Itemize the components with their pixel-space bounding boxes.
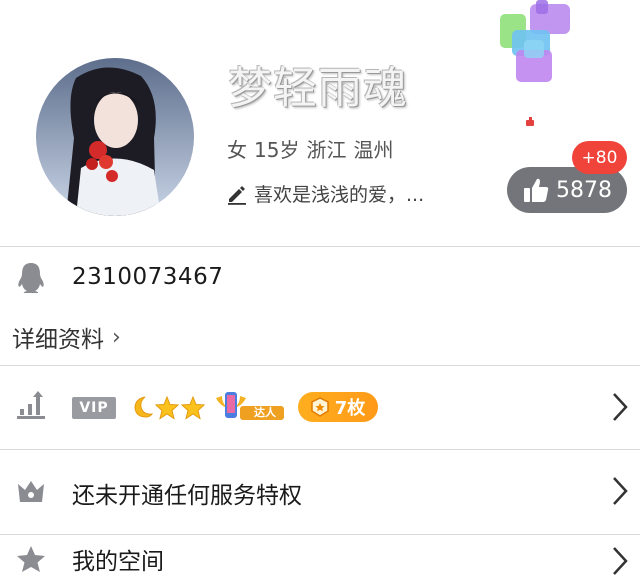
- service-privilege-label: 还未开通任何服务特权: [72, 483, 302, 509]
- crown-icon: [18, 481, 44, 502]
- avatar-image: [36, 58, 194, 216]
- gender-label: 女: [227, 138, 247, 162]
- chevron-right-icon: [613, 393, 628, 421]
- age-label: 15岁: [254, 138, 300, 162]
- like-increment-badge: +80: [572, 141, 627, 174]
- chevron-right-icon: [613, 477, 628, 505]
- signature-row[interactable]: 喜欢是浅浅的爱，...: [226, 180, 424, 207]
- chevron-right-icon: ›: [112, 324, 121, 350]
- my-space-label: 我的空间: [72, 549, 164, 575]
- thumbs-up-icon: [524, 178, 549, 202]
- nickname: 梦轻雨魂: [228, 63, 408, 114]
- star-level-icon: [181, 396, 205, 420]
- medal-count-badge[interactable]: 7枚: [298, 392, 378, 422]
- medal-count: 7枚: [334, 398, 366, 419]
- star-level-icon: [155, 396, 179, 420]
- qq-number: 2310073467: [72, 264, 224, 290]
- level-up-icon: [17, 391, 45, 419]
- avatar[interactable]: [36, 58, 194, 216]
- detail-profile-link[interactable]: 详细资料 ›: [12, 320, 121, 354]
- detail-profile-label: 详细资料: [12, 327, 104, 353]
- moon-level-icon: [134, 396, 153, 418]
- signature-text: 喜欢是浅浅的爱，...: [254, 184, 425, 206]
- province-label: 浙江: [306, 138, 347, 162]
- city-label: 温州: [353, 138, 394, 162]
- edit-pencil-icon: [228, 185, 246, 205]
- vip-badge: VIP: [72, 397, 116, 419]
- daren-badge: 达人: [214, 390, 286, 422]
- like-count: 5878: [556, 177, 612, 203]
- medal-icon: [310, 397, 329, 417]
- mini-thumb-icon: [526, 117, 534, 126]
- daren-label: 达人: [254, 406, 276, 419]
- divider: [0, 246, 640, 247]
- chevron-right-icon: [613, 547, 628, 575]
- penguin-icon: [18, 263, 44, 293]
- thumbs-up-animation-icon: [500, 0, 570, 82]
- profile-meta: 女 15岁 浙江 温州: [227, 134, 400, 163]
- star-space-icon: [17, 546, 45, 572]
